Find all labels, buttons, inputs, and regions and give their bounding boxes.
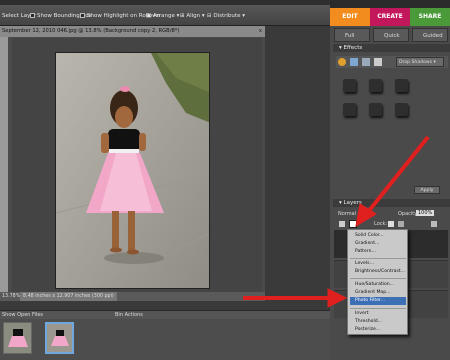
- all-effects-icon[interactable]: [374, 58, 382, 66]
- bin-thumbnail-2-selected[interactable]: [45, 322, 74, 354]
- opacity-field[interactable]: 100%: [416, 210, 435, 216]
- menu-divider: [350, 258, 406, 259]
- effects-category-value: Drop Shadows: [399, 60, 433, 65]
- quick-edit-button[interactable]: Quick: [373, 28, 409, 42]
- layers-title: Layers: [343, 200, 362, 206]
- effects-title: Effects: [343, 45, 363, 51]
- project-bin: [0, 319, 330, 360]
- new-layer-icon[interactable]: [339, 221, 345, 227]
- effects-panel-header[interactable]: ▾ Effects: [333, 44, 450, 52]
- lock-transparency-icon[interactable]: [388, 221, 394, 227]
- drop-shadow-swatch[interactable]: [395, 103, 408, 116]
- drop-shadow-swatch[interactable]: [343, 79, 356, 92]
- lock-all-icon[interactable]: [398, 221, 404, 227]
- distribute-label: Distribute: [213, 13, 241, 19]
- bounding-box-checkbox[interactable]: [30, 13, 35, 18]
- layers-options-row: Normal Opacity: 100%: [336, 210, 448, 220]
- vertical-ruler: [0, 37, 8, 295]
- blend-mode-dropdown[interactable]: Normal: [338, 211, 356, 217]
- document-title-bar[interactable]: September 12, 2010 046.jpg @ 13.8% (Back…: [0, 26, 265, 37]
- close-icon[interactable]: x: [259, 26, 262, 37]
- girl-photo-image: [56, 53, 209, 288]
- highlight-checkbox[interactable]: [80, 13, 85, 18]
- adjustment-layer-menu: Solid Color... Gradient... Pattern... Le…: [347, 229, 408, 335]
- full-edit-button[interactable]: Full: [334, 28, 370, 42]
- effects-toolbar: Drop Shadows ▾: [336, 56, 448, 68]
- thumbnail-image: [47, 324, 72, 352]
- guided-edit-button[interactable]: Guided: [412, 28, 448, 42]
- guided-label: Guided: [423, 33, 443, 39]
- align-label: Align: [186, 13, 201, 19]
- arrange-label: Arrange: [152, 13, 175, 19]
- mode-tabs: EDIT CREATE SHARE: [330, 0, 450, 26]
- menu-item-gradient-map[interactable]: Gradient Map...: [355, 290, 391, 295]
- tab-share[interactable]: SHARE: [410, 8, 450, 26]
- lock-label: Lock:: [374, 221, 388, 227]
- menu-divider: [350, 278, 406, 279]
- menu-item-brightness-contrast[interactable]: Brightness/Contrast...: [355, 269, 405, 274]
- effects-filter-icon[interactable]: [338, 58, 346, 66]
- apply-button[interactable]: Apply: [414, 186, 440, 194]
- drop-shadow-swatch[interactable]: [343, 103, 356, 116]
- menu-strip: [0, 0, 330, 5]
- document-title: September 12, 2010 046.jpg @ 13.8% (Back…: [2, 28, 180, 34]
- options-bar: Select Layer Show Bounding Box Show High…: [0, 0, 330, 26]
- quick-label: Quick: [384, 33, 400, 39]
- full-label: Full: [345, 33, 355, 39]
- zoom-readout[interactable]: 13.78%: [2, 292, 20, 301]
- photo-layer[interactable]: [55, 52, 210, 289]
- tab-edit[interactable]: EDIT: [330, 8, 370, 26]
- tab-create[interactable]: CREATE: [370, 8, 410, 26]
- menu-item-photo-filter[interactable]: Photo Filter...: [355, 298, 385, 303]
- menu-divider: [350, 308, 406, 309]
- menu-item-threshold[interactable]: Threshold...: [355, 319, 382, 324]
- project-bin-bar: Show Open Files Bin Actions: [0, 310, 330, 319]
- distribute-button[interactable]: ⊟ Distribute ▾: [207, 13, 245, 19]
- layer-styles-icon[interactable]: [350, 58, 358, 66]
- thumbnail-image: [4, 323, 31, 353]
- document-dimensions[interactable]: 8.48 inches x 12.907 inches (300 ppi): [20, 292, 117, 301]
- status-bar: 13.78% 8.48 inches x 12.907 inches (300 p…: [0, 292, 265, 301]
- menu-item-pattern[interactable]: Pattern...: [355, 249, 376, 254]
- drop-shadow-swatch[interactable]: [369, 103, 382, 116]
- bin-thumbnail-1[interactable]: [3, 322, 32, 354]
- menu-item-hue-saturation[interactable]: Hue/Saturation...: [355, 282, 394, 287]
- photo-effects-icon[interactable]: [362, 58, 370, 66]
- layers-toolbar: Lock:: [336, 220, 448, 229]
- effects-category-dropdown[interactable]: Drop Shadows ▾: [396, 57, 444, 67]
- menu-item-invert[interactable]: Invert: [355, 311, 369, 316]
- menu-item-solid-color[interactable]: Solid Color...: [355, 233, 384, 238]
- arrange-button[interactable]: ▣ Arrange ▾: [146, 13, 179, 19]
- delete-layer-icon[interactable]: [431, 221, 437, 227]
- drop-shadow-swatch[interactable]: [369, 79, 382, 92]
- drop-shadow-swatch[interactable]: [395, 79, 408, 92]
- layers-panel-header[interactable]: ▾ Layers: [333, 199, 450, 207]
- adjustment-layer-icon[interactable]: [349, 220, 357, 228]
- align-button[interactable]: ⊞ Align ▾: [180, 13, 205, 19]
- menu-item-gradient[interactable]: Gradient...: [355, 241, 379, 246]
- menu-item-levels[interactable]: Levels...: [355, 261, 374, 266]
- menu-item-posterize[interactable]: Posterize...: [355, 327, 380, 332]
